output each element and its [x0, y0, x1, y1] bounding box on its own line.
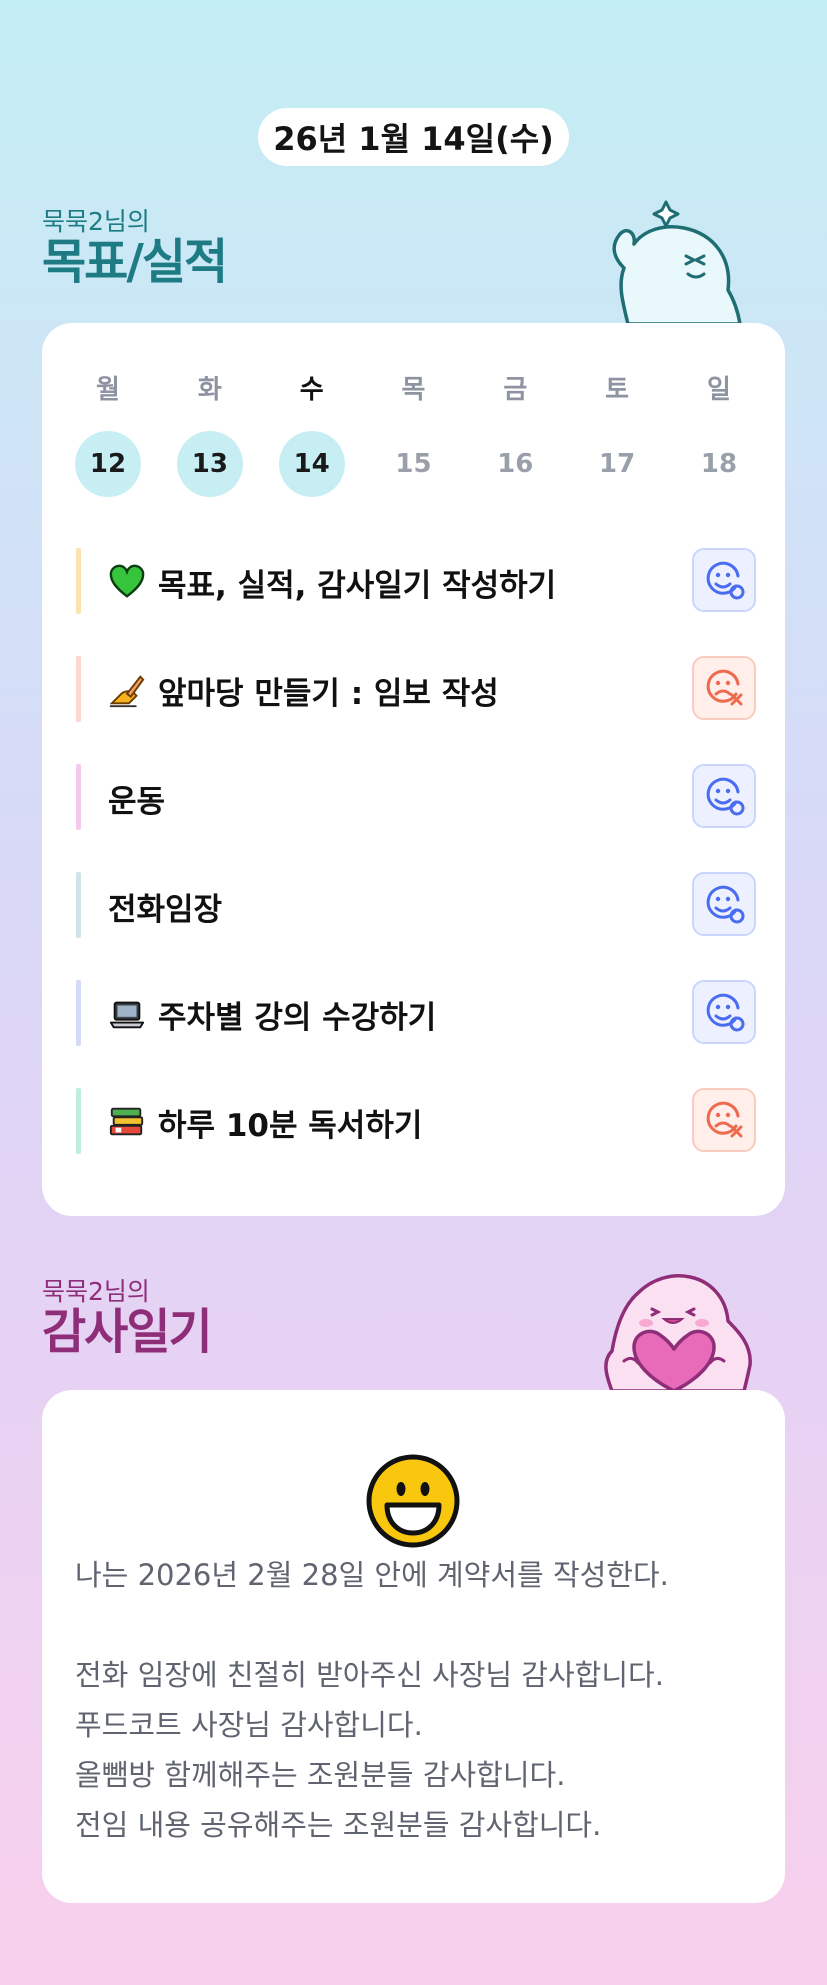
goals-title: 목표/실적 — [42, 234, 228, 290]
goal-status-done-button[interactable] — [692, 980, 756, 1044]
heart-mascot-icon — [604, 1274, 752, 1391]
day-16[interactable]: 16 — [482, 431, 548, 497]
day-row: 12 13 14 15 16 17 18 — [75, 431, 752, 497]
smile-check-icon — [706, 777, 745, 816]
goal-status-done-button[interactable] — [692, 764, 756, 828]
goal-label: 운동 — [108, 783, 166, 820]
goal-label: 하루 10분 독서하기 — [158, 1107, 423, 1144]
grinning-face-icon — [366, 1454, 460, 1548]
thanks-line: 나는 2026년 2월 28일 안에 계약서를 작성한다. — [75, 1558, 669, 1592]
sad-x-icon — [706, 669, 743, 706]
day-12[interactable]: 12 — [75, 431, 141, 497]
day-17[interactable]: 17 — [584, 431, 650, 497]
goal-status-fail-button[interactable] — [692, 1088, 756, 1152]
goals-owner-label: 묵묵2님의 — [42, 207, 150, 236]
sad-x-icon — [706, 1101, 743, 1138]
thanks-line: 전임 내용 공유해주는 조원분들 감사합니다. — [75, 1808, 602, 1842]
goal-item[interactable]: 하루 10분 독서하기 — [76, 1080, 756, 1188]
goal-item[interactable]: 앞마당 만들기 : 임보 작성 — [76, 648, 756, 756]
thanks-diary-card: 나는 2026년 2월 28일 안에 계약서를 작성한다. 전화 임장에 친절히… — [42, 1390, 785, 1903]
thanks-line: 전화 임장에 친절히 받아주신 사장님 감사합니다. — [75, 1658, 664, 1692]
day-15[interactable]: 15 — [380, 431, 446, 497]
books-icon — [109, 1107, 144, 1136]
weekday-mon: 월 — [96, 375, 120, 405]
thanks-diary-text: 나는 2026년 2월 28일 안에 계약서를 작성한다. 전화 임장에 친절히… — [75, 1550, 765, 1850]
weekday-thu: 목 — [401, 375, 426, 405]
goal-color-bar — [76, 872, 81, 938]
goal-item[interactable]: 주차별 강의 수강하기 — [76, 972, 756, 1080]
smile-check-icon — [706, 885, 745, 924]
thanks-line: 올뺌방 함께해주는 조원분들 감사합니다. — [75, 1758, 566, 1792]
goal-list: 목표, 실적, 감사일기 작성하기 앞마당 만들기 : 임보 작성 운동 전화임… — [76, 540, 756, 1188]
weekday-row: 월 화 수 목 금 토 일 — [75, 375, 752, 405]
weekday-sun: 일 — [707, 375, 731, 405]
weekday-sat: 토 — [605, 375, 630, 405]
laptop-icon — [109, 1001, 145, 1029]
thanks-section-title: 묵묵2님의 감사일기 — [42, 1277, 213, 1360]
goal-status-fail-button[interactable] — [692, 656, 756, 720]
goal-item[interactable]: 전화임장 — [76, 864, 756, 972]
goal-color-bar — [76, 980, 81, 1046]
smile-check-icon — [706, 993, 745, 1032]
day-13[interactable]: 13 — [176, 431, 243, 497]
day-18[interactable]: 18 — [686, 431, 752, 497]
goal-color-bar — [76, 764, 81, 830]
weekday-wed: 수 — [299, 375, 324, 405]
goal-label: 전화임장 — [108, 891, 223, 928]
thanks-title: 감사일기 — [42, 1304, 213, 1360]
day-14[interactable]: 14 — [278, 431, 345, 497]
goal-label: 주차별 강의 수강하기 — [158, 999, 437, 1036]
goal-status-done-button[interactable] — [692, 548, 756, 612]
green-heart-icon — [109, 564, 145, 598]
goal-item[interactable]: 운동 — [76, 756, 756, 864]
goal-color-bar — [76, 548, 81, 614]
goal-label: 앞마당 만들기 : 임보 작성 — [158, 675, 499, 712]
goals-section-title: 묵묵2님의 목표/실적 — [42, 207, 228, 290]
writing-hand-icon — [109, 675, 145, 708]
goal-status-done-button[interactable] — [692, 872, 756, 936]
goal-item[interactable]: 목표, 실적, 감사일기 작성하기 — [76, 540, 756, 648]
date-header[interactable]: 26년 1월 14일(수) — [258, 108, 569, 166]
goals-card: 월 화 수 목 금 토 일 12 13 14 15 16 17 18 목표, 실… — [42, 323, 785, 1216]
weekday-tue: 화 — [197, 375, 222, 405]
date-label: 26년 1월 14일(수) — [273, 120, 554, 158]
thanks-line-spacer — [75, 1600, 765, 1650]
waving-mascot-icon — [612, 200, 742, 324]
weekday-fri: 금 — [503, 375, 528, 405]
thanks-line: 푸드코트 사장님 감사합니다. — [75, 1708, 423, 1742]
goal-label: 목표, 실적, 감사일기 작성하기 — [158, 567, 557, 604]
thanks-owner-label: 묵묵2님의 — [42, 1277, 150, 1306]
smile-check-icon — [706, 561, 745, 600]
goal-color-bar — [76, 656, 81, 722]
goal-color-bar — [76, 1088, 81, 1154]
